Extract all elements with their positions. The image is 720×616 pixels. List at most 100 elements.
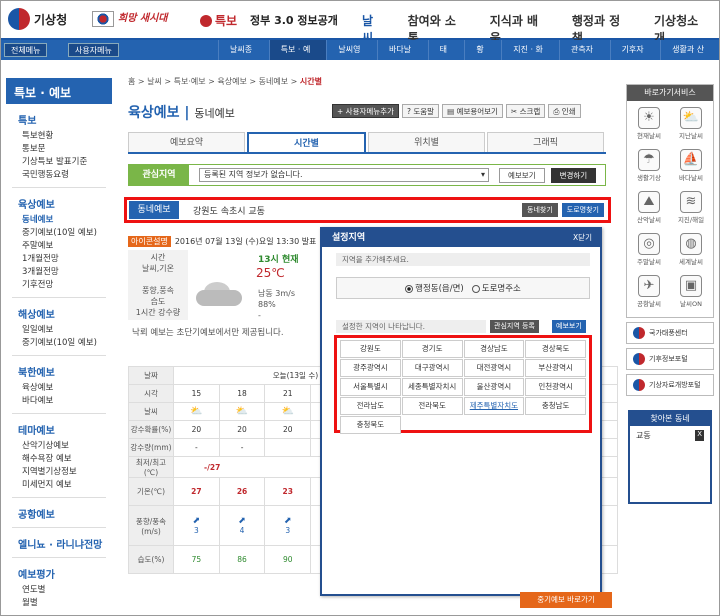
portal-link[interactable]: 기상자료개방포털 xyxy=(626,374,714,396)
region-add-field[interactable]: 지역을 추가해주세요. xyxy=(336,253,590,266)
service-item[interactable]: ⛵ 바다날씨 xyxy=(671,147,711,187)
sidebar-item[interactable]: 월별 xyxy=(22,598,112,609)
sidebar-section-title[interactable]: 엘니뇨 · 라니냐전망 xyxy=(18,536,112,551)
modal-close-button[interactable]: X닫기 xyxy=(573,229,592,247)
region-button[interactable]: 충청남도 xyxy=(525,397,586,415)
region-button[interactable]: 대구광역시 xyxy=(401,359,463,377)
region-button[interactable]: 인천광역시 xyxy=(525,378,586,396)
gov-info-link[interactable]: 정부 3.0 정보공개 xyxy=(250,12,338,28)
sub-nav-item[interactable]: 생활과 산업 xyxy=(660,40,720,74)
service-item[interactable]: ≋ 지진/해일 xyxy=(671,189,711,229)
tool-button[interactable]: + 사용자메뉴추가 xyxy=(332,104,399,118)
region-button[interactable]: 세종특별자치시 xyxy=(401,378,463,396)
service-item[interactable]: ☂ 생활기상 xyxy=(629,147,669,187)
sidebar-section-title[interactable]: 북한예보 xyxy=(18,364,112,379)
sub-nav-item[interactable]: 황사 xyxy=(464,40,501,74)
tool-button[interactable]: ? 도움말 xyxy=(401,104,440,118)
sidebar-item[interactable]: 주말예보 xyxy=(22,241,112,252)
sub-nav-item[interactable]: 날씨종합 xyxy=(218,40,269,74)
sidebar-item[interactable]: 기상특보 발표기준 xyxy=(22,157,112,168)
tab-item[interactable]: 예보요약 xyxy=(128,132,245,152)
tab-item[interactable]: 위치별 xyxy=(368,132,485,152)
sidebar-section-title[interactable]: 육상예보 xyxy=(18,196,112,211)
sub-nav-item[interactable]: 날씨영상 xyxy=(326,40,377,74)
change-button[interactable]: 변경하기 xyxy=(550,167,597,183)
slogan-banner[interactable]: 희망 새시대 xyxy=(92,6,202,32)
sidebar-section-title[interactable]: 특보 xyxy=(18,112,112,127)
service-item[interactable]: ◍ 세계날씨 xyxy=(671,231,711,271)
tool-button[interactable]: ✂ 스크랩 xyxy=(505,104,546,118)
kma-logo[interactable]: 기상청 xyxy=(8,8,67,30)
sidebar-section-title[interactable]: 예보평가 xyxy=(18,566,112,581)
service-item[interactable]: ▣ 날씨ON xyxy=(671,273,711,313)
interest-select[interactable]: 등록된 지역 정보가 없습니다. xyxy=(199,168,489,182)
region-button[interactable]: 울산광역시 xyxy=(463,378,525,396)
region-button[interactable]: 강원도 xyxy=(340,340,401,358)
region-button[interactable]: 경기도 xyxy=(401,340,463,358)
radio-road[interactable]: 도로명주소 xyxy=(471,282,521,294)
region-button[interactable]: 전라북도 xyxy=(401,397,463,415)
region-button[interactable]: 전라남도 xyxy=(340,397,401,415)
radio-admin[interactable]: 행정동(읍/면) xyxy=(405,282,464,294)
sidebar-item[interactable]: 기후전망 xyxy=(22,280,112,291)
sidebar-section-title[interactable]: 해상예보 xyxy=(18,306,112,321)
service-item[interactable]: ✈ 공항날씨 xyxy=(629,273,669,313)
region-button[interactable]: 부산광역시 xyxy=(525,359,586,377)
portal-link[interactable]: 국가태풍센터 xyxy=(626,322,714,344)
tool-button[interactable]: ⎙ 인쇄 xyxy=(548,104,581,118)
recent-item[interactable]: 교동 X xyxy=(630,426,710,445)
sub-nav-item[interactable]: 지진 · 화산 xyxy=(501,40,559,74)
region-button[interactable]: 충청북도 xyxy=(340,416,401,434)
find-dongne-button[interactable]: 동네찾기 xyxy=(522,203,558,217)
service-item[interactable]: ⛰ 산악날씨 xyxy=(629,189,669,229)
breadcrumb-path[interactable]: 홈 > 날씨 > 특보·예보 > 육상예보 > 동네예보 > xyxy=(128,77,300,86)
sidebar-item[interactable]: 산악기상예보 xyxy=(22,441,112,452)
tab-item[interactable]: 시간별 xyxy=(247,132,366,152)
sidebar-item[interactable]: 미세먼지 예보 xyxy=(22,480,112,491)
find-road-button[interactable]: 도로명찾기 xyxy=(561,203,604,217)
sidebar-section-title[interactable]: 테마예보 xyxy=(18,422,112,437)
sidebar-item[interactable]: 연도별 xyxy=(22,585,112,596)
modal-view-forecast-button[interactable]: 예보보기 xyxy=(552,320,586,333)
sub-nav-item[interactable]: 기후자료 xyxy=(609,40,661,74)
region-button[interactable]: 서울특별시 xyxy=(340,378,401,396)
sidebar-item[interactable]: 바다예보 xyxy=(22,396,112,407)
mid-forecast-shortcut[interactable]: 중기예보 바로가기 xyxy=(520,592,612,608)
sub-nav-item[interactable]: 태풍 xyxy=(427,40,465,74)
region-button[interactable]: 경상북도 xyxy=(525,340,586,358)
region-button[interactable]: 경상남도 xyxy=(463,340,525,358)
service-item[interactable]: ⛅ 지난날씨 xyxy=(671,105,711,145)
sidebar-item[interactable]: 3개월전망 xyxy=(22,267,112,278)
region-button[interactable]: 제주특별자치도 xyxy=(463,397,525,415)
sidebar-item[interactable]: 지역별기상정보 xyxy=(22,467,112,478)
sub-nav-item[interactable]: 관측자료 xyxy=(558,40,610,74)
sidebar-item[interactable]: 국민행동요령 xyxy=(22,170,112,181)
tab-item[interactable]: 그래픽 xyxy=(487,132,604,152)
service-grid: ☀ 현재날씨 ⛅ 지난날씨 ☂ 생활기상 ⛵ 바다날씨 ⛰ 산악날씨 ≋ 지진/해일 ◎ 주말날씨 ◍ 세계날… xyxy=(627,101,713,317)
sidebar-item[interactable]: 중기예보(10일 예보) xyxy=(22,338,112,349)
sidebar-section-title[interactable]: 공항예보 xyxy=(18,506,112,521)
region-button[interactable]: 광주광역시 xyxy=(340,359,401,377)
sidebar-item[interactable]: 1개월전망 xyxy=(22,254,112,265)
service-item[interactable]: ◎ 주말날씨 xyxy=(629,231,669,271)
sidebar-item[interactable]: 중기예보(10일 예보) xyxy=(22,228,112,239)
region-button[interactable]: 대전광역시 xyxy=(463,359,525,377)
view-forecast-button[interactable]: 예보보기 xyxy=(499,167,545,183)
user-menu-button[interactable]: 사용자메뉴 xyxy=(68,43,119,57)
sub-nav-item[interactable]: 특보 · 예보 xyxy=(268,40,327,74)
sidebar-item[interactable]: 육상예보 xyxy=(22,383,112,394)
sub-nav-item[interactable]: 바다날씨 xyxy=(376,40,428,74)
sidebar-item[interactable]: 일일예보 xyxy=(22,325,112,336)
tool-button[interactable]: ▤ 예보용어보기 xyxy=(442,104,503,118)
sidebar-item[interactable]: 동네예보 xyxy=(22,215,112,226)
remove-recent-button[interactable]: X xyxy=(695,430,704,441)
urgent-link[interactable]: 특보 xyxy=(200,12,237,29)
icon-legend-button[interactable]: 아이콘설명 xyxy=(128,236,171,247)
sidebar-item[interactable]: 해수욕장 예보 xyxy=(22,454,112,465)
portal-link[interactable]: 기후정보포털 xyxy=(626,348,714,370)
all-menu-button[interactable]: 전체메뉴 xyxy=(4,43,48,57)
service-item[interactable]: ☀ 현재날씨 xyxy=(629,105,669,145)
sidebar-item[interactable]: 통보문 xyxy=(22,144,112,155)
register-interest-button[interactable]: 관심지역 등록 xyxy=(490,320,539,333)
sidebar-item[interactable]: 특보현황 xyxy=(22,131,112,142)
